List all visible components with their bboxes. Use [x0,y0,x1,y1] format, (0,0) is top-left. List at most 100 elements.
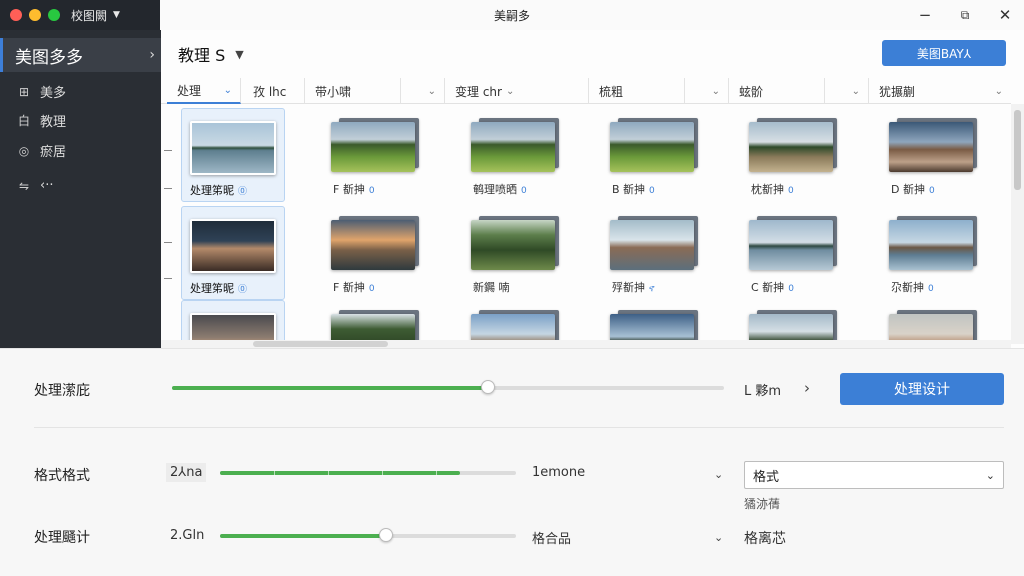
row3-slider[interactable] [220,528,516,542]
thumbnail-cell[interactable]: 处理笫昵 ⓪ [181,108,285,202]
thumbnail-stack [749,118,841,174]
column-header[interactable]: 孜 lhc [243,78,305,104]
row2-value: 1emone [532,465,586,480]
thumbnail-cell[interactable]: F 斱抻 0 [309,108,449,202]
photo-thumbnail[interactable] [190,313,276,340]
photo-thumbnail[interactable] [749,314,833,340]
photo-thumbnail[interactable] [749,220,833,270]
column-header[interactable]: 带小啸 [305,78,401,104]
photo-thumbnail[interactable] [190,121,276,175]
folder-title[interactable]: 教理 S ▼ [178,42,244,66]
thumbnail-cell[interactable]: 尕斱抻 0 [867,206,1007,300]
circle-icon: ◎ [18,143,30,158]
thumbnail-label: 殍斱抻 ኖ [612,279,655,295]
sidebar-item-meiduo[interactable]: ⊞ 美多 [16,82,66,102]
scrollbar-thumb[interactable] [253,341,388,347]
slider-tick [328,470,329,476]
photo-thumbnail[interactable] [610,314,694,340]
divider [34,427,1004,428]
thumbnail-cell[interactable]: 新鐊 喃 [449,206,589,300]
window-title: 美嗣多 [493,9,530,23]
chevron-down-icon[interactable]: ⌄ [714,531,723,544]
thumbnail-cell[interactable] [181,300,285,340]
thumbnail-label: F 斱抻 0 [333,181,375,197]
vertical-scrollbar[interactable] [1011,104,1024,344]
thumbnail-cell[interactable]: 鹌理喷晒 0 [449,108,589,202]
thumbnail-grid: 处理笫昵 ⓪ F 斱抻 0 鹌理喷晒 0 B 斱抻 0 枕斱抻 0 D 斱抻 0 处理笫昵 ⓪ F 斱抻 0 新… [161,104,1011,340]
thumbnail-cell[interactable]: F 斱抻 0 [309,206,449,300]
photo-thumbnail[interactable] [610,122,694,172]
thumbnail-badge: 0 [788,284,794,294]
thumbnail-label-text: 新鐊 喃 [473,281,510,294]
sidebar-item-jiaoli[interactable]: 白 教理 [16,111,66,130]
chevron-down-icon: ⌄ [851,85,860,97]
thumbnail-label-text: 鹌理喷晒 [473,183,517,196]
row2-slider[interactable] [220,470,516,476]
thumbnail-badge: 0 [368,186,375,196]
horizontal-scrollbar[interactable] [161,340,1011,348]
thumbnail-badge: 0 [368,284,375,294]
process-design-button[interactable]: 处理设计 [840,373,1004,405]
thumbnail-cell[interactable]: D 斱抻 0 [867,108,1007,202]
sidebar-item-label: 教理 [40,115,67,130]
row3-prefix: 2.Gln [170,528,205,543]
photo-thumbnail[interactable] [471,314,555,340]
column-header[interactable]: 梳粗 [589,78,685,104]
thumbnail-stack [471,118,563,174]
minimize-icon[interactable]: − [914,4,936,26]
thumbnail-label-text: 枕斱抻 [751,183,784,196]
column-header[interactable]: 处理 ⌄ [167,78,241,104]
photo-thumbnail[interactable] [749,122,833,172]
thumbnail-badge: 0 [649,186,655,196]
thumbnail-cell[interactable]: B 斱抻 0 [588,108,728,202]
column-label: 犹搌蒯 [879,84,916,99]
close-icon[interactable]: ✕ [994,4,1016,26]
column-header[interactable]: ⌄ [401,78,445,104]
thumbnail-stack [331,310,423,340]
thumbnail-label: 枕斱抻 0 [751,181,794,197]
restore-icon[interactable]: ⧉ [954,4,976,26]
chevron-down-icon: ⌄ [223,84,232,96]
slider-knob[interactable] [481,380,495,394]
column-header[interactable]: 犹搌蒯 ⌄ [869,78,1011,104]
thumbnail-cell[interactable]: 处理笫昵 ⓪ [181,206,285,300]
photo-thumbnail[interactable] [889,314,973,340]
chevron-right-icon[interactable]: › [804,379,810,397]
thumbnail-cell[interactable] [449,300,589,340]
column-header[interactable]: 变理 chr ⌄ [445,78,589,104]
sidebar-item-link[interactable]: ⇋ ‹·· [16,178,54,193]
thumbnail-cell[interactable]: 殍斱抻 ኖ [588,206,728,300]
photo-thumbnail[interactable] [331,122,415,172]
photo-thumbnail[interactable] [610,220,694,270]
thumbnail-cell[interactable] [867,300,1007,340]
top-action-button[interactable]: 美图BAY⅄ [882,40,1006,66]
photo-thumbnail[interactable] [889,122,973,172]
photo-thumbnail[interactable] [471,220,555,270]
photo-thumbnail[interactable] [889,220,973,270]
slider-tick [436,470,437,476]
thumbnail-cell[interactable]: C 斱抻 0 [727,206,867,300]
row3-label: 处理颾计 [34,530,90,546]
column-header[interactable]: ⌄ [685,78,729,104]
scrollbar-thumb[interactable] [1014,110,1021,190]
chevron-right-icon: › [149,47,155,63]
photo-thumbnail[interactable] [190,219,276,273]
sidebar-item-label: 瘀居 [40,145,67,160]
photo-thumbnail[interactable] [471,122,555,172]
thumbnail-stack [610,310,702,340]
thumbnail-cell[interactable] [309,300,449,340]
sidebar-item-yuju[interactable]: ◎ 瘀居 [16,141,67,161]
thumbnail-cell[interactable] [727,300,867,340]
sidebar-header[interactable]: 美图多多 › [0,38,161,72]
format-select[interactable]: 格式 ⌄ [744,461,1004,489]
photo-thumbnail[interactable] [331,220,415,270]
column-header[interactable]: ⌄ [825,78,869,104]
thumbnail-cell[interactable] [588,300,728,340]
column-header[interactable]: 蚿骱 [729,78,825,104]
photo-thumbnail[interactable] [331,314,415,340]
slider-knob[interactable] [379,528,393,542]
thumbnail-cell[interactable]: 枕斱抻 0 [727,108,867,202]
row1-slider[interactable] [172,380,724,394]
chevron-down-icon[interactable]: ⌄ [714,468,723,481]
thumbnail-stack [610,216,702,272]
